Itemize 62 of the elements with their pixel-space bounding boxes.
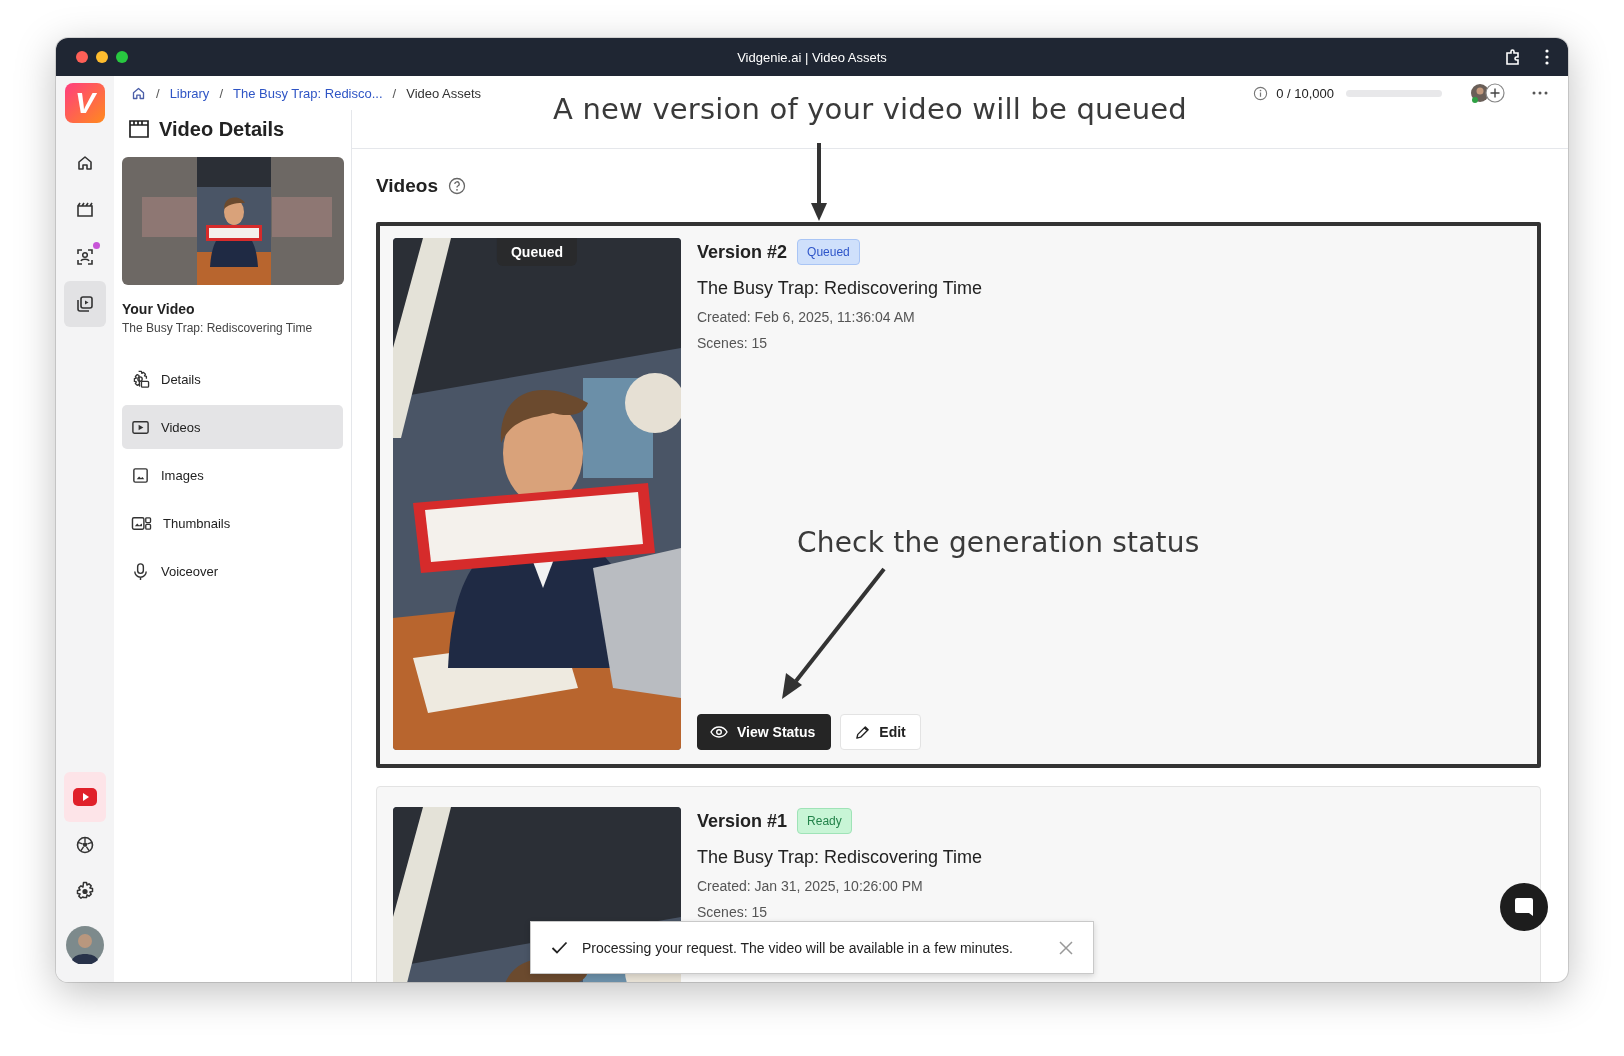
breadcrumb-separator: /	[156, 85, 160, 101]
annotation-text: A new version of your video will be queued	[552, 92, 1188, 126]
scene-count: Scenes: 15	[697, 335, 769, 351]
version-label: Version #2	[697, 241, 788, 263]
page-title: Video Details	[159, 117, 285, 141]
sidebar-item[interactable]: Images	[122, 453, 343, 497]
more-icon[interactable]	[1532, 91, 1548, 95]
breadcrumb-link[interactable]: Library	[169, 85, 210, 101]
image-icon	[131, 465, 150, 485]
video-title: The Busy Trap: Rediscovering Time	[697, 847, 984, 868]
status-overlay-label: Queued	[496, 238, 578, 266]
breadcrumb-current: Video Assets	[406, 85, 482, 101]
home-icon[interactable]	[131, 85, 146, 101]
person-scan-icon	[76, 248, 94, 266]
sidebar-item[interactable]: Details	[122, 357, 343, 401]
close-window-button[interactable]	[76, 51, 88, 63]
toast-message: Processing your request. The video will be available in a few minutes.	[582, 939, 1014, 956]
video-library-icon	[76, 295, 94, 313]
rail-nav-item[interactable]	[64, 281, 106, 327]
credits-counter: 0 / 10,000	[1276, 85, 1334, 101]
version-label: Version #1	[697, 810, 788, 832]
clapperboard-icon	[128, 119, 150, 139]
minimize-window-button[interactable]	[96, 51, 108, 63]
clapperboard-icon	[76, 201, 94, 219]
gear-icon	[131, 369, 150, 389]
help-icon[interactable]	[447, 177, 466, 195]
maximize-window-button[interactable]	[116, 51, 128, 63]
sidebar-item[interactable]: Voiceover	[122, 549, 343, 593]
section-heading: Videos	[376, 175, 438, 197]
sidebar-item[interactable]: Videos	[122, 405, 343, 449]
edit-button[interactable]: Edit	[840, 714, 921, 750]
created-date: Created: Jan 31, 2025, 10:26:00 PM	[697, 878, 924, 894]
close-icon[interactable]	[1059, 940, 1073, 955]
youtube-nav-item[interactable]	[64, 772, 106, 822]
video-subtitle: The Busy Trap: Rediscovering Time	[122, 321, 314, 335]
breadcrumb-separator: /	[219, 85, 223, 101]
pencil-icon	[855, 724, 871, 740]
status-badge: Queued	[797, 239, 860, 265]
microphone-icon	[131, 561, 150, 581]
info-icon[interactable]	[1253, 85, 1269, 101]
user-avatar[interactable]	[66, 926, 104, 964]
checkmark-icon	[551, 941, 568, 954]
chat-icon	[1513, 896, 1535, 918]
eye-icon	[710, 726, 728, 738]
settings-icon	[75, 881, 95, 901]
status-badge: Ready	[797, 808, 852, 834]
more-icon[interactable]	[1544, 49, 1550, 65]
video-heading: Your Video	[122, 301, 196, 317]
window-title: Vidgenie.ai | Video Assets	[737, 49, 887, 65]
scene-count: Scenes: 15	[697, 904, 769, 920]
view-status-button[interactable]: View Status	[697, 714, 832, 750]
play-badge-icon	[73, 788, 97, 806]
sidebar-item[interactable]: Thumbnails	[122, 501, 343, 545]
annotation-text: Check the generation status	[797, 526, 1200, 559]
created-date: Created: Feb 6, 2025, 11:36:04 AM	[697, 309, 916, 325]
ball-icon	[76, 836, 94, 854]
team-avatars-icon[interactable]	[1470, 82, 1506, 104]
breadcrumb-link[interactable]: The Busy Trap: Redisco...	[233, 85, 383, 101]
extension-icon[interactable]	[1504, 48, 1522, 66]
home-icon	[76, 154, 94, 172]
breadcrumb-separator: /	[392, 85, 397, 101]
video-title: The Busy Trap: Rediscovering Time	[697, 278, 984, 299]
